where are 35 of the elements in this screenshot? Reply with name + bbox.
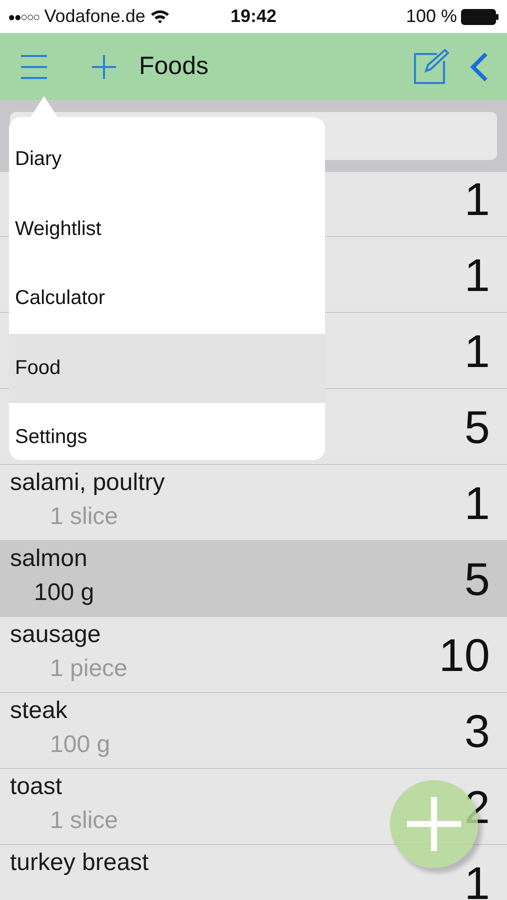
food-name: steak xyxy=(10,697,68,725)
compose-icon[interactable] xyxy=(413,48,449,84)
food-count: 1 xyxy=(464,248,490,302)
food-row[interactable]: salmon 100 g 5 xyxy=(0,541,507,617)
food-count: 3 xyxy=(464,704,490,758)
food-count: 5 xyxy=(464,400,490,454)
food-count: 5 xyxy=(464,552,490,606)
food-portion: 100 g xyxy=(49,731,110,759)
food-portion: 1 piece xyxy=(49,655,128,683)
food-name: salmon xyxy=(10,545,88,573)
plus-icon[interactable] xyxy=(91,54,117,80)
food-portion: 1 slice xyxy=(49,503,118,531)
menu-icon[interactable] xyxy=(20,52,48,80)
battery-percent: 100 % xyxy=(406,6,457,27)
food-count: 1 xyxy=(464,172,490,226)
food-portion: 100 g xyxy=(33,579,94,607)
signal-strength: ●●○○○ xyxy=(8,10,40,24)
food-portion: 1 slice xyxy=(49,807,118,835)
food-count: 1 xyxy=(464,324,490,378)
carrier-name: Vodafone.de xyxy=(44,6,146,27)
food-count: 10 xyxy=(438,628,490,682)
food-name: toast xyxy=(10,773,62,801)
food-name: salami, poultry xyxy=(10,469,165,497)
battery-icon xyxy=(461,8,499,24)
menu-item[interactable]: Food xyxy=(9,334,325,403)
food-count: 1 xyxy=(464,856,490,900)
back-icon[interactable] xyxy=(469,52,489,82)
screen-title: Foods xyxy=(139,52,210,81)
wifi-icon xyxy=(150,9,170,24)
food-name: sausage xyxy=(10,621,101,649)
food-name: turkey breast xyxy=(10,849,149,877)
clock: 19:42 xyxy=(230,6,277,27)
food-count: 2 xyxy=(464,780,490,834)
plus-icon xyxy=(407,797,461,851)
food-count: 1 xyxy=(464,476,490,530)
